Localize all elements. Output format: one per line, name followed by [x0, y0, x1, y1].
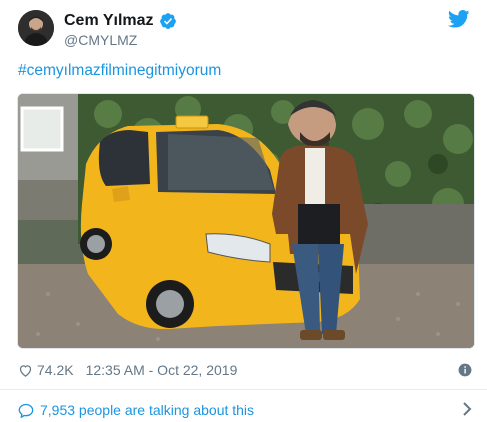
author-names: Cem Yılmaz @CMYLMZ	[64, 11, 177, 49]
verified-badge-icon	[159, 12, 177, 30]
tweet-embed-card: Cem Yılmaz @CMYLMZ #cemyılmazfilminegitm…	[0, 0, 487, 422]
author-handle[interactable]: @CMYLMZ	[64, 31, 177, 49]
author-display-name-row[interactable]: Cem Yılmaz	[64, 11, 177, 30]
author-avatar[interactable]	[18, 10, 54, 46]
talking-count-text[interactable]: 7,953 people are talking about this	[40, 402, 254, 418]
author-display-name[interactable]: Cem Yılmaz	[64, 11, 154, 30]
twitter-bird-icon[interactable]	[447, 10, 470, 28]
info-icon[interactable]	[458, 363, 472, 377]
chevron-right-icon[interactable]	[462, 402, 472, 416]
tweet-timestamp[interactable]: 12:35 AM - Oct 22, 2019	[86, 362, 238, 378]
tweet-meta-row: 74.2K 12:35 AM - Oct 22, 2019	[18, 360, 478, 380]
tweet-photo[interactable]	[17, 93, 475, 349]
conversation-link[interactable]: 7,953 people are talking about this	[18, 400, 478, 420]
tweet-header: Cem Yılmaz @CMYLMZ	[18, 8, 478, 48]
like-count[interactable]: 74.2K	[37, 362, 74, 378]
tweet-hashtag-link[interactable]: #cemyılmazfilminegitmiyorum	[18, 62, 221, 80]
comment-bubble-icon	[18, 403, 34, 418]
heart-icon[interactable]	[18, 363, 33, 378]
divider	[0, 389, 487, 390]
